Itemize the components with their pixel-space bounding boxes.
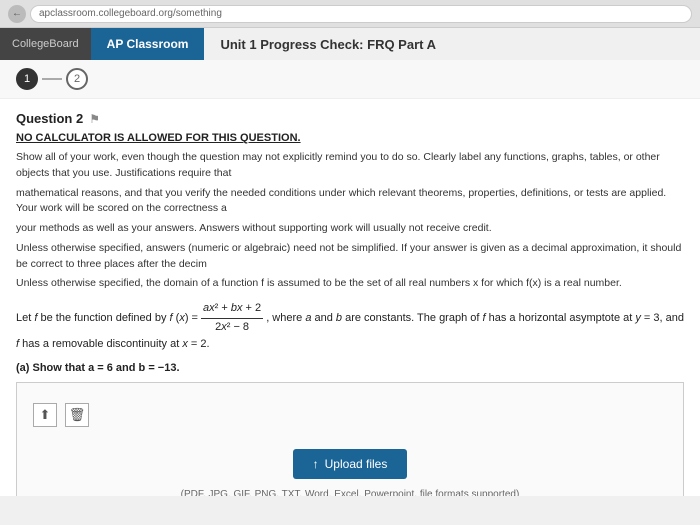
upload-area: ⬆ 🗑 ↑ Upload files (PDF, JPG, GIF, PNG, … — [16, 382, 684, 496]
url-text: apclassroom.collegeboard.org/something — [39, 8, 222, 19]
question-header: Question 2 ⚑ — [16, 111, 684, 126]
tab-ap-classroom[interactable]: AP Classroom — [91, 28, 205, 60]
step-indicator: 1 2 — [0, 60, 700, 99]
nav-tabs: CollegeBoard AP Classroom Unit 1 Progres… — [0, 28, 700, 60]
instruction-2: mathematical reasons, and that you verif… — [16, 186, 684, 218]
no-calc-notice: NO CALCULATOR IS ALLOWED FOR THIS QUESTI… — [16, 132, 684, 144]
problem-text: Let f be the function defined by f (x) =… — [16, 300, 684, 354]
question-title: Question 2 — [16, 111, 83, 126]
collegeboard-logo: CollegeBoard — [0, 28, 91, 60]
browser-url[interactable]: apclassroom.collegeboard.org/something — [30, 5, 692, 23]
upload-icon-btn[interactable]: ⬆ — [33, 403, 57, 427]
step-1[interactable]: 1 — [16, 68, 38, 90]
instruction-3: your methods as well as your answers. An… — [16, 221, 684, 237]
main-content: Question 2 ⚑ NO CALCULATOR IS ALLOWED FO… — [0, 99, 700, 496]
browser-bar: ← apclassroom.collegeboard.org/something — [0, 0, 700, 28]
browser-back-button[interactable]: ← — [8, 5, 26, 23]
step-2[interactable]: 2 — [66, 68, 88, 90]
page-title: Unit 1 Progress Check: FRQ Part A — [220, 37, 436, 52]
part-a-label: (a) Show that a = 6 and b = −13. — [16, 362, 684, 374]
step-line — [42, 78, 62, 80]
flag-icon[interactable]: ⚑ — [89, 112, 100, 126]
instruction-1: Show all of your work, even though the q… — [16, 150, 684, 182]
instruction-4: Unless otherwise specified, answers (num… — [16, 241, 684, 273]
upload-center: ↑ Upload files (PDF, JPG, GIF, PNG, TXT,… — [33, 439, 667, 496]
upload-note: (PDF, JPG, GIF, PNG, TXT, Word, Excel, P… — [181, 489, 520, 496]
delete-icon: 🗑 — [69, 407, 86, 423]
page-title-bar: Unit 1 Progress Check: FRQ Part A — [204, 28, 700, 60]
upload-files-button[interactable]: ↑ Upload files — [293, 449, 408, 479]
delete-icon-btn[interactable]: 🗑 — [65, 403, 89, 427]
upload-icons-row: ⬆ 🗑 — [33, 403, 667, 427]
instruction-5: Unless otherwise specified, the domain o… — [16, 276, 684, 292]
upload-arrow-icon: ⬆ — [40, 407, 51, 423]
upload-button-icon: ↑ — [313, 457, 319, 471]
